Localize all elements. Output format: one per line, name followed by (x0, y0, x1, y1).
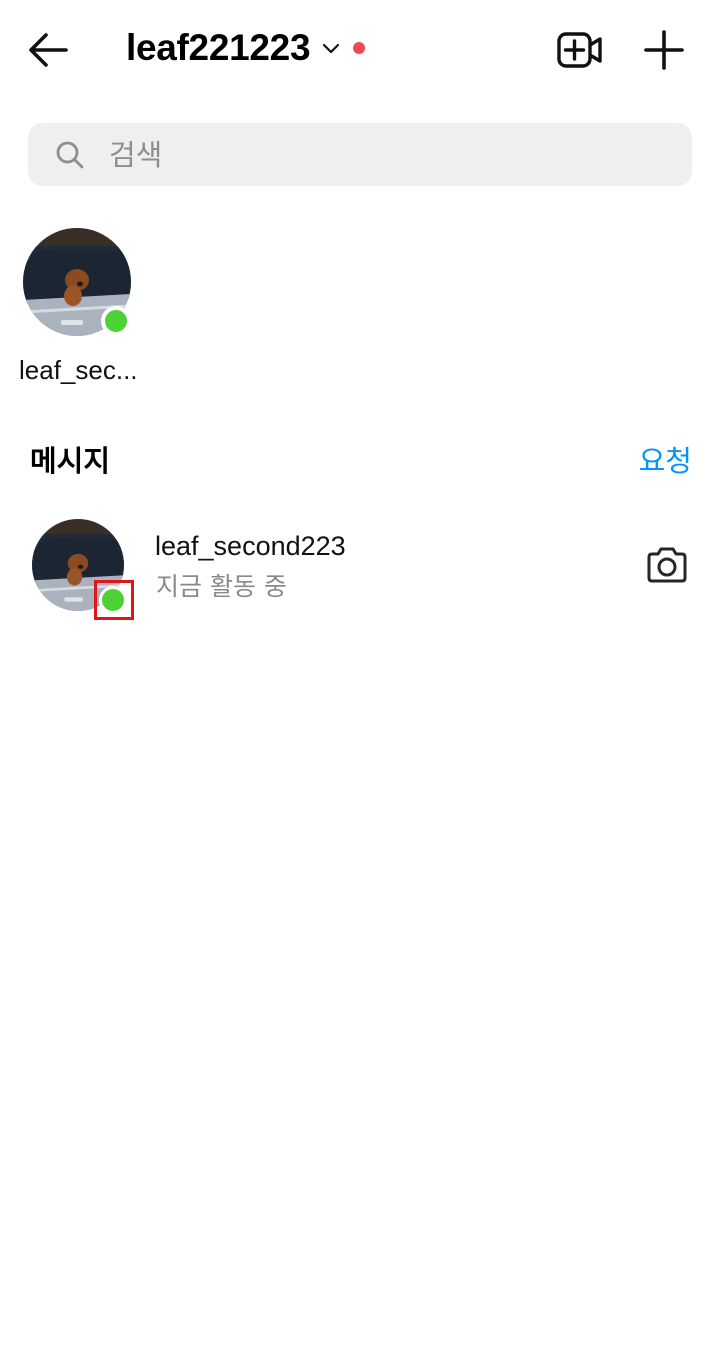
camera-button[interactable] (645, 545, 689, 585)
search-input[interactable] (109, 137, 669, 172)
requests-link[interactable]: 요청 (639, 438, 692, 480)
camera-icon (647, 547, 687, 583)
active-user-name: leaf_sec... (19, 355, 138, 385)
arrow-left-icon (29, 33, 68, 67)
top-bar: leaf221223 (0, 0, 720, 100)
search-bar[interactable] (28, 123, 692, 186)
thread-username: leaf_second223 (155, 531, 346, 561)
chevron-down-icon (323, 43, 340, 54)
message-thread-row[interactable]: leaf_second223 지금 활동 중 (0, 505, 720, 623)
plus-icon (644, 30, 684, 70)
new-video-call-button[interactable] (556, 28, 604, 72)
notification-dot (353, 42, 366, 54)
messages-section-header: 메시지 요청 (30, 437, 692, 481)
video-call-plus-icon (557, 32, 602, 68)
new-message-button[interactable] (640, 26, 688, 74)
active-user-item[interactable]: leaf_sec... (18, 226, 142, 396)
highlight-box (94, 580, 134, 620)
account-switcher[interactable]: leaf221223 (126, 22, 366, 74)
back-button[interactable] (24, 26, 72, 74)
thread-status: 지금 활동 중 (156, 572, 287, 601)
search-icon (56, 141, 84, 168)
messages-heading: 메시지 (30, 444, 111, 478)
account-username: leaf221223 (126, 27, 311, 68)
online-status-dot (101, 306, 131, 336)
